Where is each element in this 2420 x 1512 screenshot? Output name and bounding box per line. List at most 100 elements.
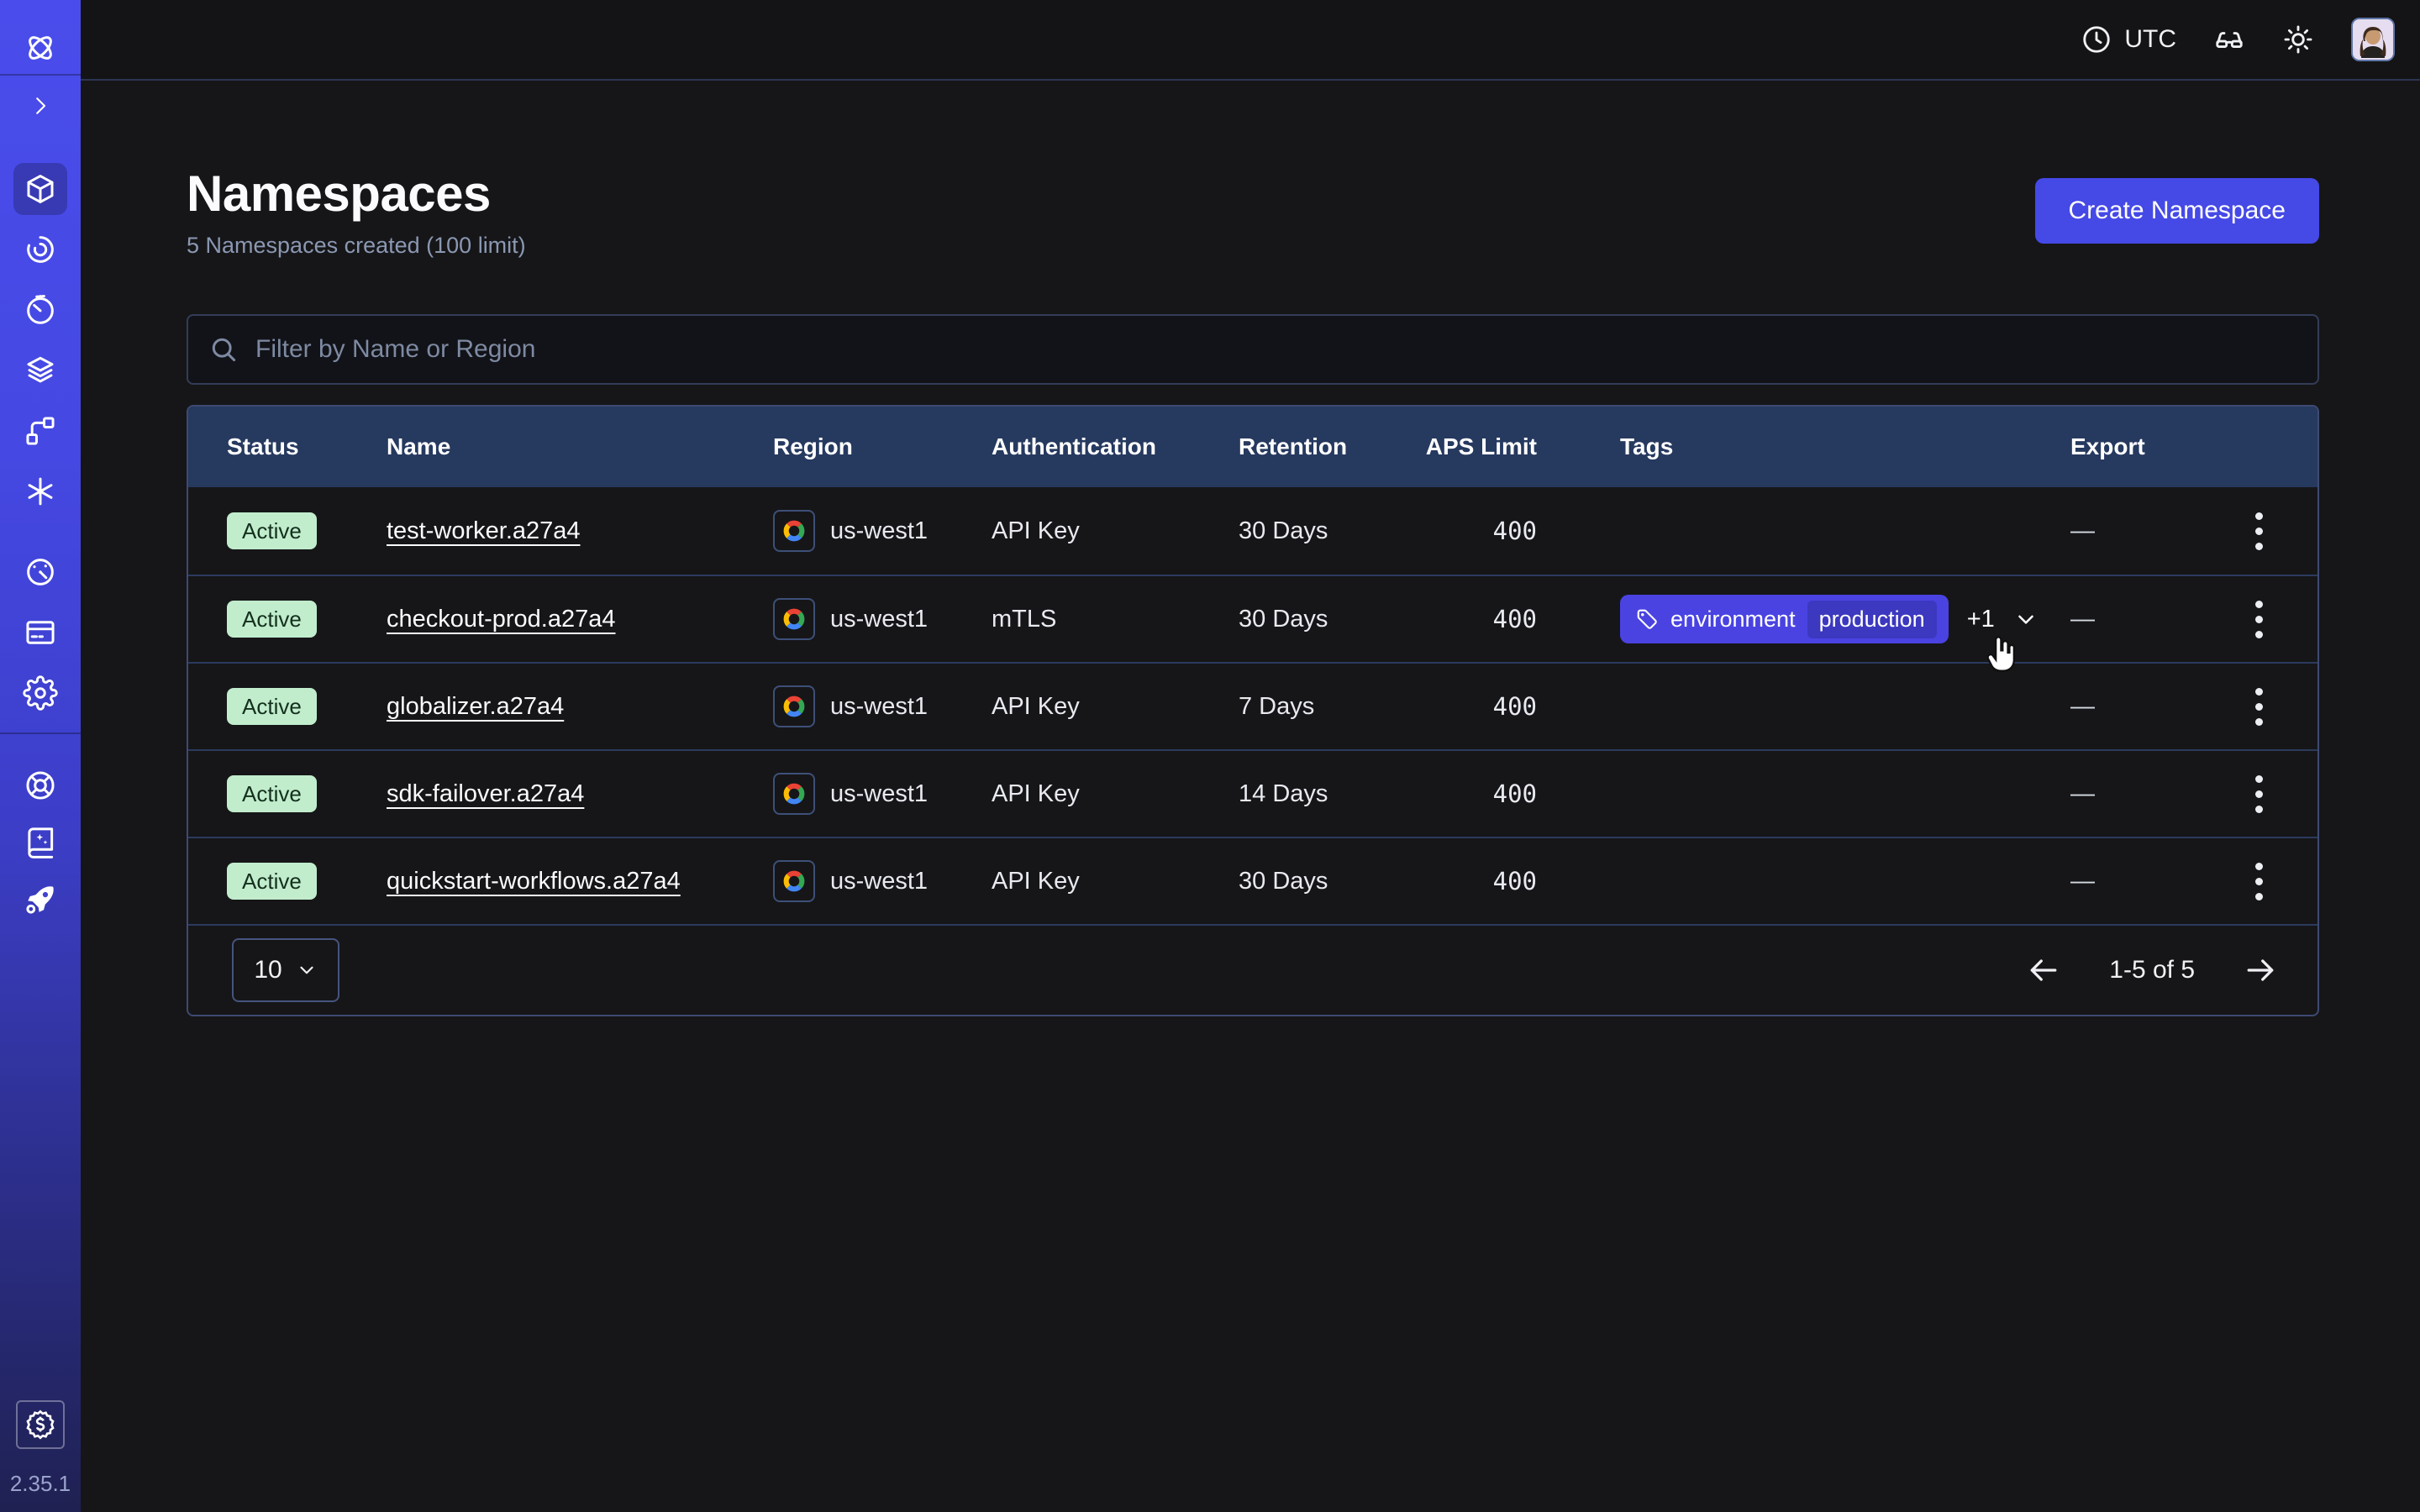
auth-cell: mTLS	[992, 606, 1239, 633]
sidebar-nav-help	[13, 759, 67, 926]
tag-icon	[1635, 607, 1659, 631]
tags-more-count[interactable]: +1	[1967, 606, 1995, 633]
app-version: 2.35.1	[10, 1471, 71, 1497]
clock-icon	[2081, 24, 2112, 55]
namespace-link[interactable]: checkout-prod.a27a4	[387, 606, 615, 633]
retention-cell: 7 Days	[1239, 693, 1423, 721]
sidebar-item-deployments[interactable]	[13, 405, 67, 457]
region-label: us-west1	[830, 517, 928, 545]
sidebar: 2.35.1	[0, 0, 81, 1512]
search-input[interactable]	[187, 314, 2319, 385]
col-region: Region	[773, 433, 992, 460]
namespace-link[interactable]: sdk-failover.a27a4	[387, 780, 584, 808]
user-avatar[interactable]	[2351, 18, 2395, 61]
gauge-icon	[23, 554, 58, 590]
sidebar-expand-chevron-icon[interactable]	[13, 87, 67, 124]
sidebar-item-support[interactable]	[13, 759, 67, 811]
col-authentication: Authentication	[992, 433, 1239, 460]
sidebar-divider	[0, 732, 81, 734]
gear-icon	[23, 675, 58, 711]
table-row: Active test-worker.a27a4 us-west1 API Ke…	[188, 487, 2317, 575]
chevron-down-icon[interactable]	[2013, 606, 2039, 632]
main-content: Namespaces 5 Namespaces created (100 lim…	[81, 81, 2420, 1512]
table-footer: 10 1-5 of 5	[188, 924, 2317, 1015]
sidebar-item-billing[interactable]	[13, 606, 67, 659]
page-subtitle: 5 Namespaces created (100 limit)	[187, 233, 526, 259]
region-cell: us-west1	[773, 510, 992, 552]
gcp-cloud-icon	[773, 860, 815, 902]
auth-cell: API Key	[992, 517, 1239, 545]
export-cell: —	[2070, 693, 2238, 721]
arrow-left-icon	[2025, 952, 2062, 989]
namespace-link[interactable]: globalizer.a27a4	[387, 693, 564, 721]
namespace-link[interactable]: quickstart-workflows.a27a4	[387, 868, 681, 895]
sidebar-divider	[0, 74, 81, 76]
pagination-range: 1-5 of 5	[2109, 956, 2195, 984]
sidebar-item-schedules[interactable]	[13, 284, 67, 336]
topbar: UTC	[81, 0, 2420, 81]
status-badge: Active	[227, 601, 317, 638]
region-label: us-west1	[830, 606, 928, 633]
col-aps-limit: APS Limit	[1423, 433, 1537, 460]
region-cell: us-west1	[773, 685, 992, 727]
create-namespace-button[interactable]: Create Namespace	[2035, 178, 2319, 244]
tag-pill[interactable]: environment production	[1620, 595, 1949, 643]
sidebar-nav-primary	[13, 163, 67, 517]
search-bar	[187, 314, 2319, 385]
status-badge: Active	[227, 775, 317, 812]
chevron-down-icon	[296, 959, 318, 981]
region-cell: us-west1	[773, 773, 992, 815]
table-row: Active globalizer.a27a4 us-west1 API Key…	[188, 662, 2317, 749]
namespace-link[interactable]: test-worker.a27a4	[387, 517, 581, 545]
credits-badge-button[interactable]	[16, 1400, 65, 1449]
temporal-logo-icon[interactable]	[13, 22, 67, 74]
row-menu-kebab-icon[interactable]	[2238, 769, 2279, 819]
sidebar-item-settings[interactable]	[13, 667, 67, 719]
col-retention: Retention	[1239, 433, 1423, 460]
row-menu-kebab-icon[interactable]	[2238, 681, 2279, 732]
status-badge: Active	[227, 863, 317, 900]
search-icon	[208, 334, 239, 365]
retention-cell: 30 Days	[1239, 606, 1423, 633]
region-label: us-west1	[830, 780, 928, 808]
row-menu-kebab-icon[interactable]	[2238, 506, 2279, 556]
row-menu-kebab-icon[interactable]	[2238, 594, 2279, 644]
lifebuoy-icon	[23, 768, 58, 803]
export-cell: —	[2070, 780, 2238, 808]
spiral-circle-icon	[23, 232, 58, 267]
labs-glasses-button[interactable]	[2213, 24, 2245, 55]
col-export: Export	[2070, 433, 2238, 460]
asterisk-icon	[23, 474, 58, 509]
cube-icon	[23, 171, 58, 207]
retention-cell: 30 Days	[1239, 868, 1423, 895]
layers-icon	[23, 353, 58, 388]
retention-cell: 14 Days	[1239, 780, 1423, 808]
sidebar-item-docs[interactable]	[13, 816, 67, 869]
timezone-button[interactable]: UTC	[2081, 24, 2176, 55]
previous-page-button[interactable]	[2025, 952, 2062, 989]
table-header: Status Name Region Authentication Retent…	[188, 407, 2317, 487]
rocket-icon	[23, 882, 58, 917]
book-sparkle-icon	[23, 825, 58, 860]
sidebar-item-nexus[interactable]	[13, 465, 67, 517]
sidebar-item-usage[interactable]	[13, 546, 67, 598]
gcp-cloud-icon	[773, 685, 815, 727]
row-menu-kebab-icon[interactable]	[2238, 856, 2279, 906]
aps-limit-cell: 400	[1423, 780, 1537, 808]
theme-toggle-button[interactable]	[2282, 24, 2314, 55]
next-page-button[interactable]	[2242, 952, 2279, 989]
sidebar-nav-account	[13, 546, 67, 719]
table-row: Active sdk-failover.a27a4 us-west1 API K…	[188, 749, 2317, 837]
export-cell: —	[2070, 868, 2238, 895]
pagination: 1-5 of 5	[2025, 952, 2279, 989]
sidebar-item-namespaces[interactable]	[13, 163, 67, 215]
table-row: Active checkout-prod.a27a4 us-west1 mTLS…	[188, 575, 2317, 662]
aps-limit-cell: 400	[1423, 605, 1537, 633]
page-size-select[interactable]: 10	[232, 938, 339, 1002]
sidebar-item-getting-started[interactable]	[13, 874, 67, 926]
sidebar-item-batch[interactable]	[13, 344, 67, 396]
tag-value: production	[1807, 601, 1937, 638]
region-label: us-west1	[830, 693, 928, 721]
sidebar-item-workflows[interactable]	[13, 223, 67, 276]
gcp-cloud-icon	[773, 773, 815, 815]
